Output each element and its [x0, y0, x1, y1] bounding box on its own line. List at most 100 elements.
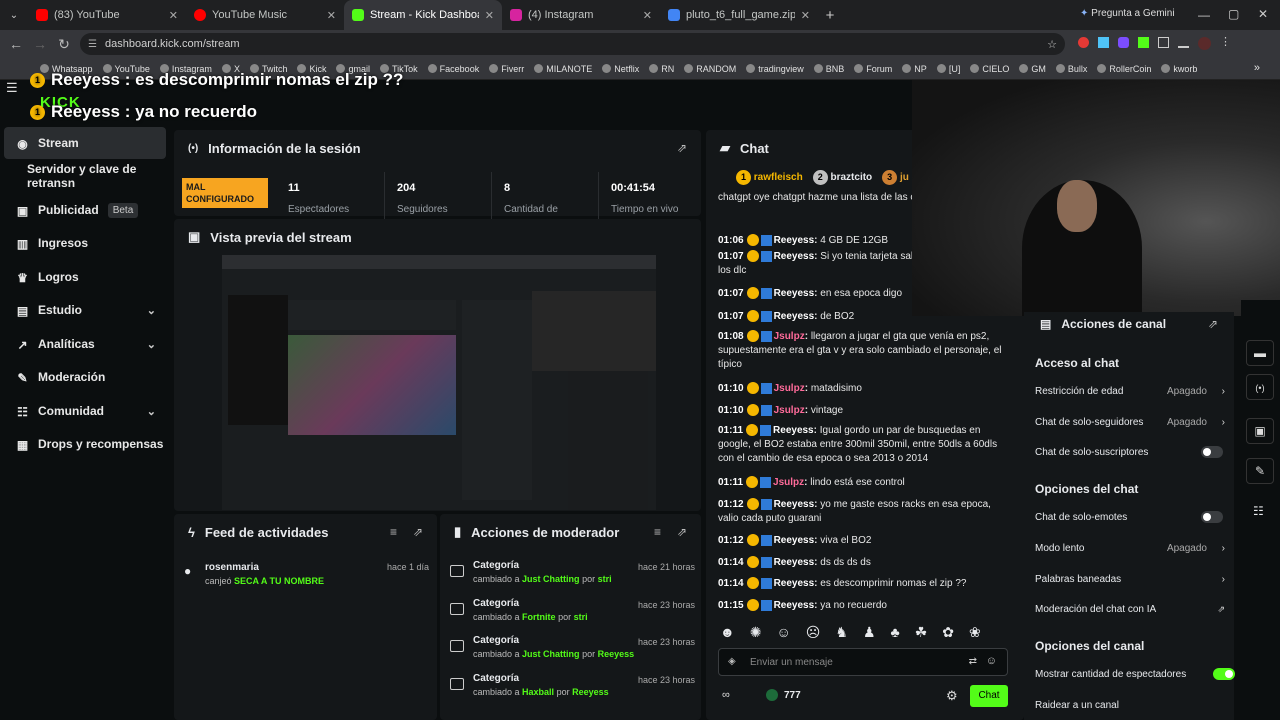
sidebar-item-server-key[interactable]: Servidor y clave de retransn — [4, 160, 166, 192]
browser-tab[interactable]: pluto_t6_full_game.zip - Google✕ — [660, 0, 818, 30]
emote-icon[interactable]: ☻ — [720, 624, 735, 641]
close-icon[interactable]: ✕ — [801, 9, 810, 22]
back-icon[interactable]: ← — [4, 36, 28, 52]
minimize-button[interactable]: — — [1198, 8, 1210, 22]
chat-username[interactable]: Reeyess — [774, 600, 815, 611]
chat-username[interactable]: Reeyess — [774, 251, 815, 262]
media-icon[interactable] — [1178, 37, 1189, 48]
close-window-button[interactable]: ✕ — [1258, 7, 1268, 21]
menu-icon[interactable]: ☰ — [6, 80, 18, 96]
chat-username[interactable]: Jsulpz — [773, 477, 804, 488]
slow-mode-row[interactable]: Modo lento Apagado › — [1035, 538, 1225, 558]
banned-words-row[interactable]: Palabras baneadas › — [1035, 569, 1225, 589]
record-extension-icon[interactable] — [1078, 37, 1089, 48]
browser-tab[interactable]: (4) Instagram ✕ — [502, 0, 660, 30]
sidebar-item-stream[interactable]: ◉ Stream — [4, 127, 166, 159]
sidebar-item-achievements[interactable]: ♛ Logros — [4, 261, 166, 293]
emotes-only-toggle[interactable] — [1201, 511, 1223, 523]
gemini-button[interactable]: ✦ Pregunta a Gemini — [1080, 8, 1175, 19]
popout-icon[interactable]: ⇗ — [1208, 317, 1218, 331]
chat-quick-button[interactable]: ▬ — [1246, 340, 1274, 366]
community-rail-icon[interactable]: ☷ — [1253, 504, 1264, 518]
popout-icon[interactable]: ⇗ — [677, 525, 687, 539]
sidebar-item-studio[interactable]: ▤ Estudio ⌄ — [4, 294, 166, 326]
bookmark-item[interactable]: GM — [1019, 64, 1046, 74]
chat-username[interactable]: Reeyess — [774, 557, 815, 568]
show-viewers-toggle[interactable] — [1213, 668, 1235, 680]
bookmark-item[interactable]: BNB — [813, 64, 844, 74]
emote-icon[interactable]: ✺ — [750, 624, 762, 641]
popout-icon[interactable]: ⇗ — [413, 525, 423, 539]
emote-icon[interactable]: ☘ — [915, 624, 928, 641]
filter-icon[interactable]: ≡ — [390, 525, 397, 539]
chat-username[interactable]: Jsulpz — [774, 383, 805, 394]
emote-icon[interactable]: ☹ — [806, 624, 821, 641]
sidebar-item-analytics[interactable]: ↗ Analíticas ⌄ — [4, 328, 166, 360]
bookmark-item[interactable]: Bullx — [1055, 64, 1087, 74]
green-extension-icon[interactable] — [1138, 37, 1149, 48]
popout-icon[interactable]: ⇗ — [677, 141, 687, 155]
close-icon[interactable]: ✕ — [169, 9, 178, 22]
raid-row[interactable]: Raidear a un canal — [1035, 695, 1225, 715]
translate-extension-icon[interactable] — [1098, 37, 1109, 48]
emote-icon[interactable]: ♞ — [835, 624, 848, 641]
bookmarks-overflow-icon[interactable]: » — [1254, 62, 1260, 74]
reload-icon[interactable]: ↻ — [52, 36, 76, 53]
sidebar-item-income[interactable]: ▥ Ingresos — [4, 227, 166, 259]
chat-username[interactable]: Reeyess — [773, 425, 814, 436]
live-quick-button[interactable]: (•) — [1246, 374, 1274, 400]
forward-icon[interactable]: → — [28, 36, 52, 52]
emoji-icon[interactable]: ☺ — [986, 655, 997, 667]
chat-username[interactable]: Reeyess — [774, 288, 815, 299]
chat-username[interactable]: Jsulpz — [774, 331, 805, 342]
chat-username[interactable]: Reeyess — [774, 499, 815, 510]
emote-icon[interactable]: ❀ — [969, 624, 981, 641]
chat-username[interactable]: Reeyess — [774, 578, 815, 589]
sidebar-item-community[interactable]: ☷ Comunidad ⌄ — [4, 395, 166, 427]
sidebar-item-drops[interactable]: ▦ Drops y recompensas — [4, 428, 166, 460]
url-bar[interactable]: ☰ dashboard.kick.com/stream ☆ — [80, 33, 1065, 55]
close-icon[interactable]: ✕ — [485, 9, 494, 22]
sidebar-item-moderation[interactable]: ✎ Moderación — [4, 361, 166, 393]
bookmark-star-icon[interactable]: ☆ — [1047, 38, 1057, 51]
layout-quick-button[interactable]: ▣ — [1246, 418, 1274, 444]
bookmark-item[interactable]: Fiverr — [489, 64, 524, 74]
chat-send-button[interactable]: Chat — [970, 685, 1008, 707]
chat-username[interactable]: Reeyess — [774, 235, 815, 246]
emote-icon[interactable]: ✿ — [942, 624, 954, 641]
close-icon[interactable]: ✕ — [327, 9, 336, 22]
chat-username[interactable]: Reeyess — [774, 535, 815, 546]
bookmark-item[interactable]: Facebook — [427, 64, 479, 74]
subscribers-only-toggle[interactable] — [1201, 446, 1223, 458]
bookmark-item[interactable]: RANDOM — [684, 64, 736, 74]
bookmark-item[interactable]: [U] — [936, 64, 960, 74]
emote-icon[interactable]: ☺ — [776, 624, 790, 641]
browser-tab[interactable]: YouTube Music ✕ — [186, 0, 344, 30]
site-info-icon[interactable]: ☰ — [88, 39, 97, 50]
bookmark-item[interactable]: MILANOTE — [534, 64, 592, 74]
sidebar-item-ads[interactable]: ▣ Publicidad Beta — [4, 194, 166, 226]
bookmark-item[interactable]: Netflix — [602, 64, 639, 74]
chat-input[interactable]: ◈ Enviar un mensaje ⇄ ☺ — [718, 648, 1008, 676]
followers-only-row[interactable]: Chat de solo-seguidores Apagado › — [1035, 412, 1225, 432]
stream-preview-video[interactable] — [222, 255, 656, 510]
emote-icon[interactable]: ♟ — [863, 624, 876, 641]
profile-avatar[interactable] — [1198, 37, 1211, 50]
ai-moderation-row[interactable]: Moderación del chat con IA ⇗ — [1035, 599, 1225, 619]
browser-tab-active[interactable]: Stream - Kick Dashboard✕ — [344, 0, 502, 30]
tab-search-button[interactable]: ⌄ — [0, 10, 28, 21]
age-restriction-row[interactable]: Restricción de edad Apagado › — [1035, 381, 1225, 401]
bookmark-item[interactable]: tradingview — [746, 64, 804, 74]
chat-username[interactable]: Jsulpz — [774, 405, 805, 416]
translate-icon[interactable]: ⇄ — [969, 656, 977, 667]
filter-icon[interactable]: ≡ — [654, 525, 661, 539]
emote-icon[interactable]: ♣ — [891, 624, 900, 641]
close-icon[interactable]: ✕ — [643, 9, 652, 22]
bookmark-item[interactable]: kworb — [1161, 64, 1197, 74]
browser-tab[interactable]: (83) YouTube ✕ — [28, 0, 186, 30]
bookmark-item[interactable]: RollerCoin — [1097, 64, 1151, 74]
moderation-quick-button[interactable]: ✎ — [1246, 458, 1274, 484]
maximize-button[interactable]: ▢ — [1228, 7, 1239, 21]
extensions-puzzle-icon[interactable] — [1158, 37, 1169, 48]
menu-kebab-icon[interactable]: ⋮ — [1220, 37, 1231, 50]
